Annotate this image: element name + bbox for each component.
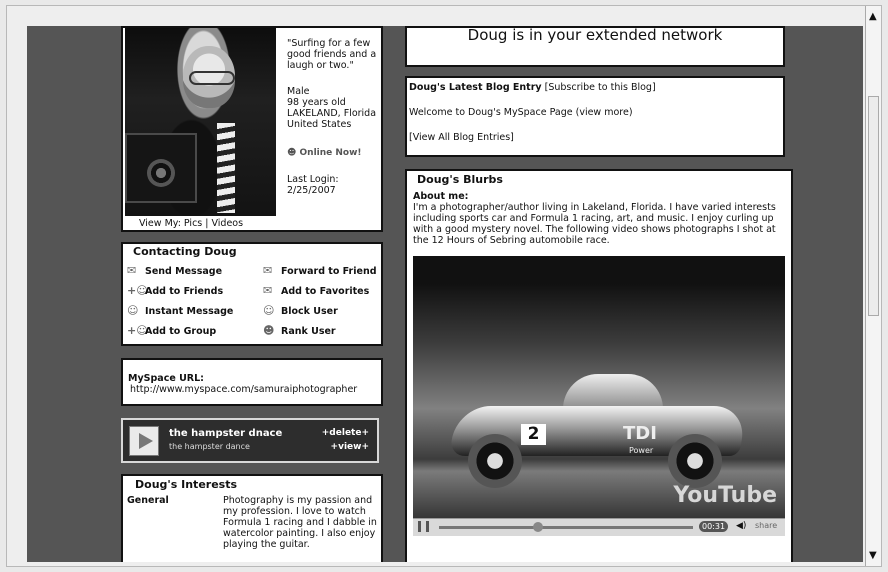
blog-entry: Welcome to Doug's MySpace Page (view mor… [409,107,633,118]
add-to-group-link[interactable]: +☺Add to Group [127,324,216,337]
rear-wheel-shape [668,434,722,488]
camera-shape [125,133,197,203]
last-login-label: Last Login: [287,174,339,185]
blog-entry-title[interactable]: Welcome to Doug's MySpace Page [409,107,573,118]
envelope-icon: ✉ [127,264,137,277]
im-icon: ☺ [127,304,139,317]
online-person-icon: ☻ [287,148,297,158]
embedded-video-player[interactable]: 2 TDI Power YouTube 00:31 ◀) share [413,256,785,536]
video-time: 00:31 [699,521,729,532]
volume-icon[interactable]: ◀) [736,521,746,531]
last-login-date: 2/25/2007 [287,185,336,196]
camera-lens-icon [147,159,175,187]
gender-text: Male [287,86,310,97]
add-group-icon: +☺ [127,324,148,337]
tie-shape [217,123,235,213]
youtube-watermark: YouTube [673,483,777,508]
latest-blog-box: Doug's Latest Blog Entry [Subscribe to t… [405,76,785,157]
forward-to-friend-link[interactable]: ✉ Forward to Friend [263,264,377,277]
blog-header: Doug's Latest Blog Entry [Subscribe to t… [409,82,656,93]
send-message-link[interactable]: ✉ Send Message [127,264,222,277]
delete-song-link[interactable]: +delete+ [322,428,369,438]
video-progress-knob[interactable] [533,522,543,532]
profile-quote: "Surfing for a few good friends and a la… [287,38,377,71]
city-text: LAKELAND, Florida [287,108,377,119]
pause-button[interactable] [418,521,429,532]
glasses-shape [189,71,235,85]
car-number: 2 [521,424,546,445]
instant-message-link[interactable]: ☺ Instant Message [127,304,233,317]
music-player: the hampster dnace the hampster dance +d… [121,418,379,463]
contacting-box: Contacting Doug ✉ Send Message ✉ Forward t… [121,242,383,346]
scroll-down-arrow-icon[interactable]: ▼ [869,550,877,561]
song-title: the hampster dnace [169,428,283,439]
car-sponsor-sub: Power [629,446,654,455]
view-more-link[interactable]: (view more) [576,107,633,118]
myspace-url-link[interactable]: http://www.myspace.com/samuraiphotograph… [130,384,357,395]
contacting-title: Contacting Doug [133,245,237,258]
browser-content-frame: "Surfing for a few good friends and a la… [6,5,882,567]
play-button[interactable] [129,426,159,456]
profile-details: Male 98 years old LAKELAND, Florida Unit… [287,86,397,130]
vertical-scrollbar[interactable]: ▲ ▼ [865,6,881,566]
interest-text: Photography is my passion and my profess… [223,495,377,550]
song-subtitle: the hampster dance [169,442,250,451]
blurbs-box: Doug's Blurbs About me: I'm a photograph… [405,169,793,562]
video-controls: 00:31 ◀) share [413,518,785,536]
rank-user-link[interactable]: ☻ Rank User [263,324,336,337]
extended-network-text: Doug is in your extended network [467,26,723,44]
interest-category: General [127,495,169,506]
myspace-profile-page: "Surfing for a few good friends and a la… [27,26,863,562]
block-user-icon: ☺ [263,304,275,317]
subscribe-link[interactable]: [Subscribe to this Blog] [545,82,656,93]
add-friend-icon: +☺ [127,284,148,297]
profile-card: "Surfing for a few good friends and a la… [121,26,383,232]
video-progress-track[interactable] [439,526,693,529]
online-now-badge: ☻ Online Now! [287,148,362,159]
online-now-text: Online Now! [299,148,362,158]
rank-user-icon: ☻ [263,324,275,337]
view-all-blog-link[interactable]: [View All Blog Entries] [409,132,514,143]
last-login: Last Login: 2/25/2007 [287,174,387,196]
extended-network-box: Doug is in your extended network [405,26,785,67]
scroll-up-arrow-icon[interactable]: ▲ [869,11,877,22]
favorites-icon: ✉ [263,284,273,297]
myspace-url-box: MySpace URL: http://www.myspace.com/samu… [121,358,383,406]
block-user-link[interactable]: ☺ Block User [263,304,338,317]
scroll-thumb[interactable] [868,96,879,316]
about-me-label: About me: [413,191,469,202]
front-wheel-shape [468,434,522,488]
share-button[interactable]: share [755,521,777,530]
interests-box: Doug's Interests General Photography is … [121,474,383,562]
myspace-url-label: MySpace URL: [128,373,204,384]
view-song-link[interactable]: +view+ [331,442,369,452]
forward-envelope-icon: ✉ [263,264,273,277]
interests-title: Doug's Interests [135,478,238,491]
add-to-friends-link[interactable]: +☺Add to Friends [127,284,223,297]
country-text: United States [287,119,352,130]
blog-title: Doug's Latest Blog Entry [409,82,542,93]
blurbs-title: Doug's Blurbs [417,173,503,186]
car-sponsor: TDI [623,423,657,444]
view-my-links[interactable]: View My: Pics | Videos [139,218,243,229]
about-me-text: I'm a photographer/author living in Lake… [413,202,776,246]
profile-photo [125,28,276,216]
add-to-favorites-link[interactable]: ✉ Add to Favorites [263,284,369,297]
age-text: 98 years old [287,97,346,108]
